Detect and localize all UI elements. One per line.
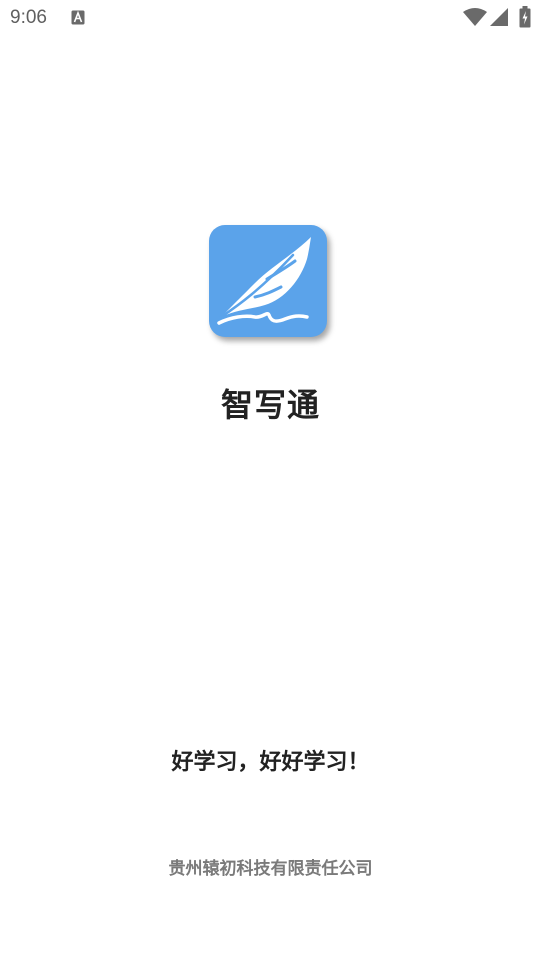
app-name: 智写通 [220, 386, 320, 424]
a-letter-icon [71, 10, 85, 25]
company-name: 贵州辕初科技有限责任公司 [168, 859, 373, 879]
feather-quill-icon [217, 237, 311, 325]
slogan-text: 好学习，好好学习！ [171, 750, 370, 775]
status-time: 9:06 [10, 7, 47, 28]
status-bar: 9:06 [0, 0, 541, 36]
cell-signal-icon [490, 8, 508, 26]
battery-charging-icon [519, 6, 531, 28]
app-logo [209, 225, 327, 337]
wifi-icon [463, 8, 487, 26]
